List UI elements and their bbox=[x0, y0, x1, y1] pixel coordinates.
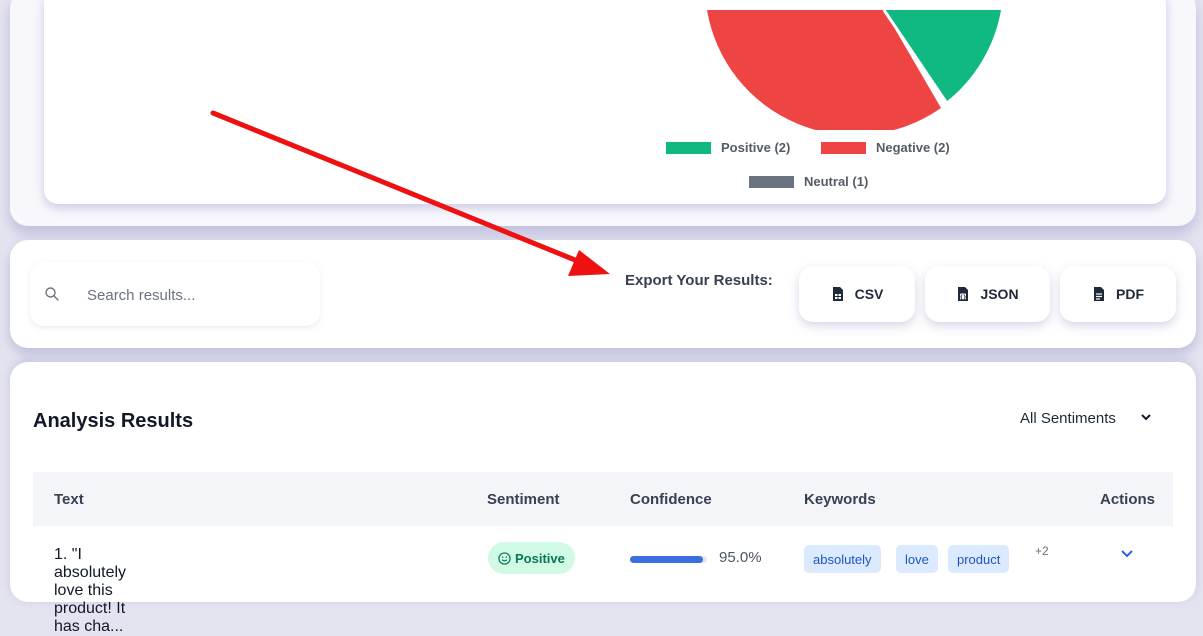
keyword-tag: love bbox=[896, 545, 938, 573]
export-csv-label: CSV bbox=[854, 286, 884, 302]
table-header: Text Sentiment Confidence Keywords Actio… bbox=[33, 472, 1173, 526]
search-input[interactable] bbox=[85, 282, 309, 308]
legend-positive: Positive (2) bbox=[666, 140, 790, 155]
smile-icon bbox=[498, 551, 511, 565]
chevron-down-icon bbox=[1141, 414, 1151, 421]
search-export-toolbar: Export Your Results: CSV {} JSON PDF bbox=[10, 240, 1196, 348]
search-icon bbox=[45, 287, 59, 301]
legend-neutral: Neutral (1) bbox=[749, 174, 868, 189]
export-json-label: JSON bbox=[980, 286, 1019, 302]
results-title: Analysis Results bbox=[33, 410, 194, 432]
sentiment-chart-card: Positive (2) Negative (2) Neutral (1) bbox=[44, 0, 1166, 204]
sentiment-pie-chart bbox=[707, 9, 1001, 130]
results-panel: Analysis Results All Sentiments Text Sen… bbox=[10, 362, 1196, 635]
export-pdf-button[interactable]: PDF bbox=[1060, 266, 1176, 322]
expand-row-chevron-icon[interactable] bbox=[1120, 549, 1134, 559]
column-header-text: Text bbox=[54, 491, 84, 508]
more-keywords-count: +2 bbox=[1035, 544, 1049, 558]
file-json-icon: {} bbox=[958, 287, 969, 301]
search-box bbox=[30, 262, 320, 326]
legend-swatch-neutral bbox=[749, 175, 794, 188]
file-csv-icon bbox=[832, 287, 843, 301]
svg-text:{}: {} bbox=[960, 295, 967, 301]
confidence-bar bbox=[630, 556, 707, 563]
file-pdf-icon bbox=[1094, 287, 1104, 301]
legend-swatch-positive bbox=[666, 141, 711, 154]
legend-label-positive: Positive (2) bbox=[721, 140, 791, 155]
column-header-actions: Actions bbox=[1100, 491, 1156, 508]
column-header-confidence: Confidence bbox=[630, 491, 712, 508]
sentiment-badge: Positive bbox=[488, 542, 575, 574]
legend-label-neutral: Neutral (1) bbox=[804, 174, 869, 189]
legend-label-negative: Negative (2) bbox=[876, 140, 950, 155]
keyword-tag: absolutely bbox=[804, 545, 881, 573]
sentiment-filter-select[interactable]: All Sentiments bbox=[994, 384, 1186, 452]
export-json-button[interactable]: {} JSON bbox=[925, 266, 1050, 322]
row-text: 1. "I absolutely love this product! It h… bbox=[54, 546, 127, 635]
column-header-sentiment: Sentiment bbox=[487, 491, 560, 508]
export-csv-button[interactable]: CSV bbox=[799, 266, 915, 322]
keyword-tag: product bbox=[948, 545, 1010, 573]
export-label: Export Your Results: bbox=[625, 272, 773, 289]
column-header-keywords: Keywords bbox=[804, 491, 876, 508]
export-pdf-label: PDF bbox=[1116, 286, 1144, 302]
confidence-bar-fill bbox=[630, 556, 704, 563]
sentiment-badge-label: Positive bbox=[515, 550, 565, 566]
sentiment-filter-value: All Sentiments bbox=[1020, 410, 1116, 427]
legend-swatch-negative bbox=[821, 141, 866, 154]
legend-negative: Negative (2) bbox=[821, 140, 950, 155]
confidence-value: 95.0% bbox=[719, 549, 762, 566]
